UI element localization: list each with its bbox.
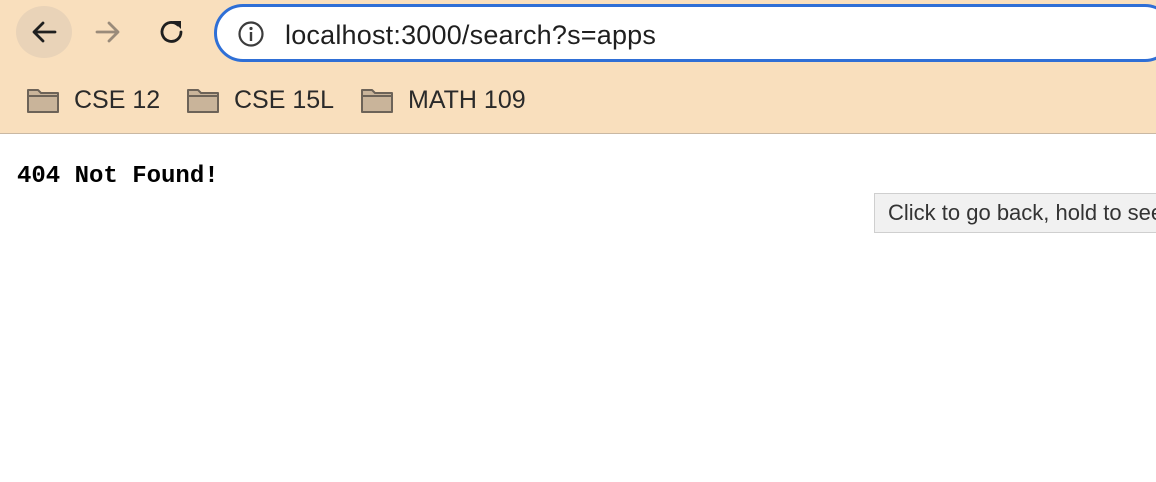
bookmark-label: CSE 15L xyxy=(234,85,335,114)
info-icon[interactable] xyxy=(237,20,265,48)
arrow-right-icon xyxy=(95,21,120,43)
bookmark-label: MATH 109 xyxy=(408,85,526,114)
error-message: 404 Not Found! xyxy=(17,163,219,190)
forward-button[interactable] xyxy=(80,6,136,58)
folder-icon xyxy=(187,89,219,113)
browser-toolbar: localhost:3000/search?s=apps CSE 12 CSE … xyxy=(0,0,1156,134)
bookmark-label: CSE 12 xyxy=(74,85,161,114)
back-button-tooltip: Click to go back, hold to see history xyxy=(874,193,1156,233)
bookmark-folder-cse-15l[interactable]: CSE 15L xyxy=(186,80,334,120)
address-bar[interactable]: localhost:3000/search?s=apps xyxy=(214,4,1156,62)
url-text[interactable]: localhost:3000/search?s=apps xyxy=(285,20,656,51)
folder-icon xyxy=(361,89,393,113)
bookmark-folder-cse-12[interactable]: CSE 12 xyxy=(26,80,160,120)
back-button[interactable] xyxy=(16,6,72,58)
reload-icon xyxy=(160,21,183,43)
arrow-left-icon xyxy=(32,21,57,43)
bookmark-folder-math-109[interactable]: MATH 109 xyxy=(360,80,526,120)
folder-icon xyxy=(27,89,59,113)
page-content: 404 Not Found! xyxy=(0,135,1156,482)
reload-button[interactable] xyxy=(144,6,200,58)
